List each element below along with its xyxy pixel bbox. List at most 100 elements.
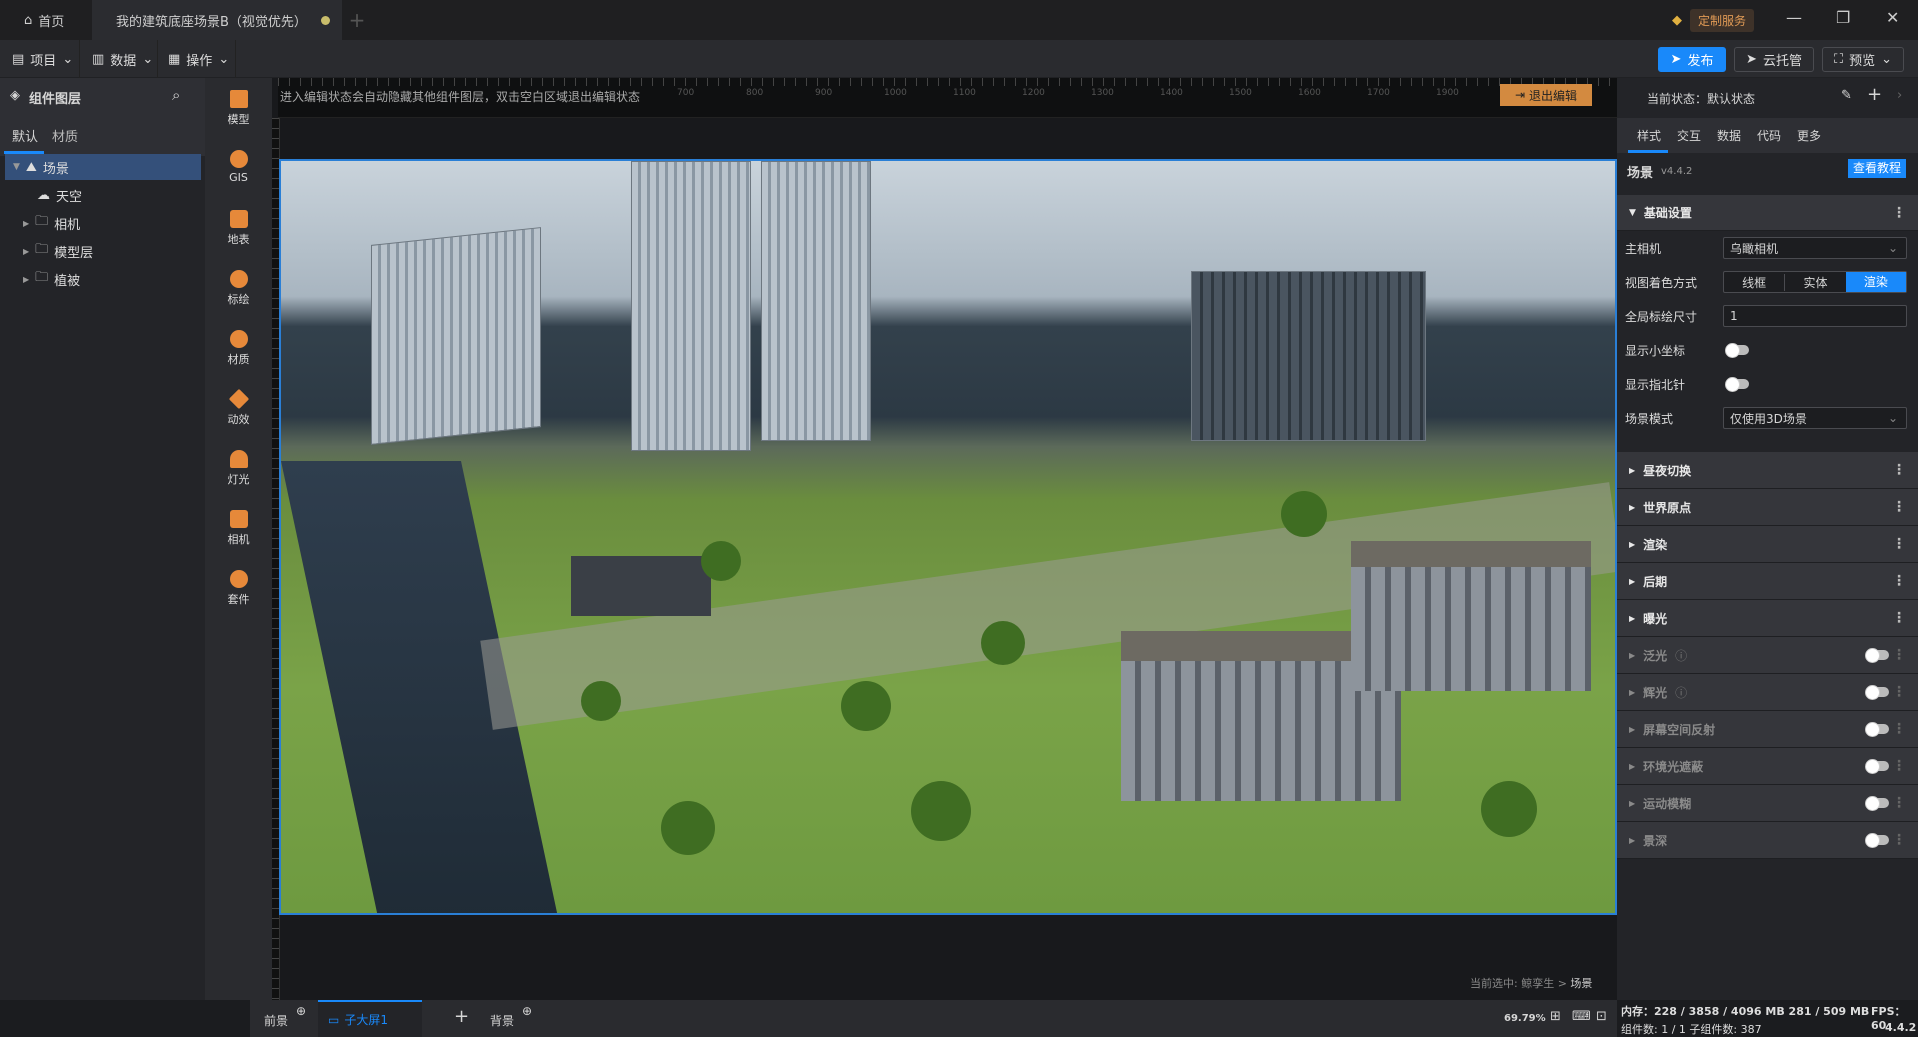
more-icon[interactable]: ⋮ xyxy=(1892,721,1906,737)
section-toggle[interactable]: ▶ 运动模糊 ⋮ xyxy=(1617,785,1918,822)
tree-item-camera[interactable]: ▶ 🗀 相机 xyxy=(5,210,201,236)
more-icon[interactable]: ⋮ xyxy=(1892,499,1906,515)
menu-data[interactable]: ▥ 数据 ⌄ xyxy=(80,40,158,78)
send-icon: ➤ xyxy=(1746,52,1757,67)
edit-icon[interactable]: ✎ xyxy=(1841,88,1852,103)
more-icon[interactable]: ⋮ xyxy=(1892,758,1906,774)
add-background-icon[interactable]: ⊕ xyxy=(522,1004,532,1018)
status-bar: 内存：228 / 3858 / 4096 MB 281 / 509 MB FPS… xyxy=(1617,1000,1918,1037)
chevron-right-icon[interactable]: › xyxy=(1897,88,1902,103)
more-icon[interactable]: ⋮ xyxy=(1892,573,1906,589)
help-icon[interactable]: ⓘ xyxy=(1675,647,1687,664)
more-icon[interactable]: ⋮ xyxy=(1892,205,1906,221)
tool-model[interactable]: 模型 xyxy=(205,90,272,127)
screen-tab-active[interactable]: ▭ 子大屏1 xyxy=(318,1000,422,1037)
exit-edit-button[interactable]: ⇥ 退出编辑 xyxy=(1500,84,1592,106)
background-tab[interactable]: 背景 xyxy=(490,1012,514,1029)
ruler-tick-label: 700 xyxy=(677,88,695,98)
tab-more[interactable]: 更多 xyxy=(1797,127,1821,144)
tool-terrain[interactable]: 地表 xyxy=(205,210,272,247)
more-icon[interactable]: ⋮ xyxy=(1892,610,1906,626)
add-screen-icon[interactable]: + xyxy=(454,1006,469,1027)
tree-item-vegetation[interactable]: ▶ 🗀 植被 xyxy=(5,266,201,292)
more-icon[interactable]: ⋮ xyxy=(1892,795,1906,811)
tool-gis[interactable]: GIS xyxy=(205,150,272,184)
tab-home[interactable]: ⌂ 首页 xyxy=(0,0,92,40)
section-collapsed[interactable]: ▶ 后期 ⋮ xyxy=(1617,563,1918,600)
tab-code[interactable]: 代码 xyxy=(1757,127,1781,144)
section-toggle-switch[interactable] xyxy=(1865,722,1889,737)
scene-mode-select[interactable]: 仅使用3D场景 ⌄ xyxy=(1723,407,1907,429)
more-icon[interactable]: ⋮ xyxy=(1892,832,1906,848)
more-icon[interactable]: ⋮ xyxy=(1892,462,1906,478)
section-toggle[interactable]: ▶ 泛光 ⓘ ⋮ xyxy=(1617,637,1918,674)
preview-button[interactable]: ⛶ 预览 ⌄ xyxy=(1822,47,1904,72)
fit-screen-icon[interactable]: ⊞ xyxy=(1550,1009,1561,1024)
section-toggle[interactable]: ▶ 景深 ⋮ xyxy=(1617,822,1918,859)
more-icon[interactable]: ⋮ xyxy=(1892,647,1906,663)
3d-scene-viewport[interactable] xyxy=(279,159,1617,915)
field-label: 场景模式 xyxy=(1625,411,1674,426)
restore-icon[interactable]: ❐ xyxy=(1836,8,1850,27)
shading-wireframe[interactable]: 线框 xyxy=(1724,273,1786,291)
marker-size-input[interactable]: 1 xyxy=(1723,305,1907,327)
menu-ops[interactable]: ▦ 操作 ⌄ xyxy=(158,40,236,78)
main-camera-select[interactable]: 乌瞰相机 ⌄ xyxy=(1723,237,1907,259)
shading-solid[interactable]: 实体 xyxy=(1785,274,1845,291)
show-axis-toggle[interactable] xyxy=(1725,343,1749,358)
tutorial-button[interactable]: 查看教程 xyxy=(1848,159,1906,178)
tool-effect[interactable]: 动效 xyxy=(205,388,272,427)
section-collapsed[interactable]: ▶ 昼夜切换 ⋮ xyxy=(1617,452,1918,489)
close-icon[interactable]: ✕ xyxy=(1886,8,1899,27)
tool-marker[interactable]: 标绘 xyxy=(205,270,272,307)
section-toggle[interactable]: ▶ 辉光 ⓘ ⋮ xyxy=(1617,674,1918,711)
menu-label: 操作 xyxy=(186,53,213,69)
cloud-host-button[interactable]: ➤ 云托管 xyxy=(1734,47,1814,72)
cloud-label: 云托管 xyxy=(1762,54,1802,69)
publish-button[interactable]: ➤ 发布 xyxy=(1658,47,1726,72)
tool-light[interactable]: 灯光 xyxy=(205,450,272,487)
section-toggle-switch[interactable] xyxy=(1865,648,1889,663)
tool-material[interactable]: 材质 xyxy=(205,330,272,367)
custom-service-button[interactable]: ◆ 定制服务 xyxy=(1672,7,1755,33)
add-foreground-icon[interactable]: ⊕ xyxy=(296,1004,306,1018)
tree-item-model-layer[interactable]: ▶ 🗀 模型层 xyxy=(5,238,201,264)
section-toggle-switch[interactable] xyxy=(1865,833,1889,848)
more-icon[interactable]: ⋮ xyxy=(1892,684,1906,700)
tab-material[interactable]: 材质 xyxy=(52,126,78,145)
add-state-icon[interactable]: + xyxy=(1867,84,1882,105)
tab-interaction[interactable]: 交互 xyxy=(1677,127,1701,144)
shading-render[interactable]: 渲染 xyxy=(1845,272,1906,292)
tree-label: 天空 xyxy=(56,189,83,205)
terminal-icon[interactable]: ⊡ xyxy=(1596,1009,1607,1024)
tab-default[interactable]: 默认 xyxy=(12,126,38,145)
section-toggle-switch[interactable] xyxy=(1865,796,1889,811)
minimize-icon[interactable]: — xyxy=(1786,8,1802,27)
tab-style[interactable]: 样式 xyxy=(1637,127,1661,144)
menu-project[interactable]: ▤ 项目 ⌄ xyxy=(0,40,80,78)
section-collapsed[interactable]: ▶ 世界原点 ⋮ xyxy=(1617,489,1918,526)
section-toggle[interactable]: ▶ 环境光遮蔽 ⋮ xyxy=(1617,748,1918,785)
section-collapsed[interactable]: ▶ 曝光 ⋮ xyxy=(1617,600,1918,637)
tab-document[interactable]: 我的建筑底座场景B（视觉优先） xyxy=(92,0,342,40)
foreground-tab[interactable]: 前景 xyxy=(264,1012,288,1029)
section-toggle-switch[interactable] xyxy=(1865,759,1889,774)
keyboard-icon[interactable]: ⌨ xyxy=(1572,1009,1591,1024)
new-tab-button[interactable]: + xyxy=(342,0,372,40)
chevron-down-icon: ⌄ xyxy=(142,51,154,67)
section-collapsed[interactable]: ▶ 渲染 ⋮ xyxy=(1617,526,1918,563)
section-toggle[interactable]: ▶ 屏幕空间反射 ⋮ xyxy=(1617,711,1918,748)
help-icon[interactable]: ⓘ xyxy=(1675,684,1687,701)
more-icon[interactable]: ⋮ xyxy=(1892,536,1906,552)
section-basic-settings[interactable]: ▼ 基础设置 ⋮ xyxy=(1617,195,1918,231)
ruler-tick-label: 1300 xyxy=(1091,88,1114,98)
tree-item-scene[interactable]: ▼ ⛰ 场景 xyxy=(5,154,201,180)
show-compass-toggle[interactable] xyxy=(1725,377,1749,392)
caret-right-icon: ▶ xyxy=(1629,761,1636,771)
search-icon[interactable]: ⌕ xyxy=(172,86,180,104)
tool-kit[interactable]: 套件 xyxy=(205,570,272,607)
tab-data[interactable]: 数据 xyxy=(1717,127,1741,144)
tree-item-sky[interactable]: ☁ 天空 xyxy=(5,182,201,208)
tool-camera[interactable]: 相机 xyxy=(205,510,272,547)
section-toggle-switch[interactable] xyxy=(1865,685,1889,700)
